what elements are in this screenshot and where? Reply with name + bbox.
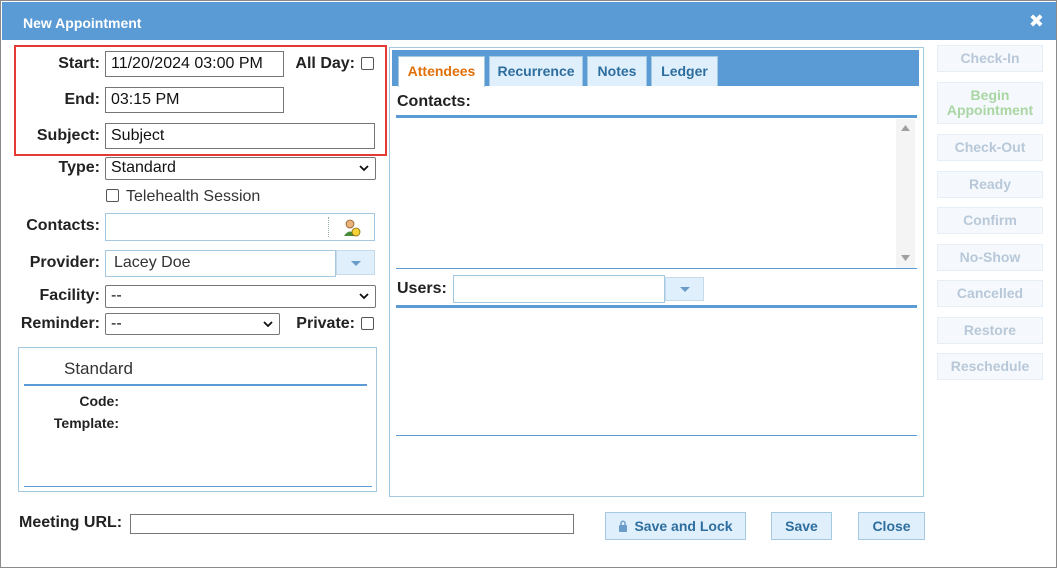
save-and-lock-button[interactable]: Save and Lock bbox=[605, 512, 746, 540]
confirm-button[interactable]: Confirm bbox=[937, 207, 1043, 234]
reminder-select-value: -- bbox=[111, 315, 122, 332]
dialog-title: New Appointment bbox=[23, 15, 142, 31]
chevron-down-icon bbox=[350, 260, 361, 266]
close-icon[interactable]: ✖ bbox=[1029, 12, 1044, 30]
contacts-label: Contacts: bbox=[26, 217, 100, 234]
allday-label: All Day: bbox=[295, 55, 355, 72]
contacts-input[interactable] bbox=[105, 213, 375, 241]
private-checkbox[interactable] bbox=[361, 317, 374, 330]
reminder-label: Reminder: bbox=[20, 315, 100, 332]
reminder-select[interactable]: -- bbox=[105, 313, 280, 335]
telehealth-checkbox[interactable] bbox=[106, 189, 119, 202]
cancelled-button[interactable]: Cancelled bbox=[937, 280, 1043, 307]
tab-recurrence[interactable]: Recurrence bbox=[489, 56, 583, 86]
provider-label: Provider: bbox=[29, 254, 100, 271]
chevron-down-icon bbox=[359, 293, 369, 300]
reschedule-button[interactable]: Reschedule bbox=[937, 353, 1043, 380]
users-label: Users: bbox=[397, 280, 447, 297]
end-time-input[interactable]: 03:15 PM bbox=[105, 87, 284, 113]
provider-combobox[interactable]: Lacey Doe bbox=[105, 250, 336, 277]
type-label: Type: bbox=[58, 159, 100, 176]
tab-ledger[interactable]: Ledger bbox=[651, 56, 718, 86]
attendees-contacts-heading: Contacts: bbox=[397, 93, 471, 110]
subject-label: Subject: bbox=[36, 127, 100, 144]
facility-select-value: -- bbox=[111, 287, 122, 304]
contacts-list-bottom-rule bbox=[396, 268, 917, 269]
provider-dropdown-button[interactable] bbox=[336, 250, 375, 275]
meeting-url-label: Meeting URL: bbox=[19, 514, 123, 531]
users-rule bbox=[396, 305, 917, 308]
type-panel-divider bbox=[24, 384, 367, 386]
contacts-heading-rule bbox=[396, 115, 917, 118]
scroll-up-icon[interactable] bbox=[901, 125, 910, 131]
start-label: Start: bbox=[58, 55, 100, 72]
type-panel-bottom-line bbox=[24, 486, 372, 487]
facility-select[interactable]: -- bbox=[105, 285, 376, 308]
type-select[interactable]: Standard bbox=[105, 157, 376, 180]
lock-icon bbox=[619, 520, 628, 532]
save-and-lock-label: Save and Lock bbox=[634, 518, 733, 534]
facility-label: Facility: bbox=[39, 287, 100, 304]
contacts-list-scrollbar[interactable] bbox=[896, 119, 915, 269]
users-list-bottom-rule bbox=[396, 435, 917, 436]
dialog-titlebar: New Appointment ✖ bbox=[2, 2, 1056, 40]
ready-button[interactable]: Ready bbox=[937, 171, 1043, 198]
template-label: Template: bbox=[53, 415, 119, 431]
chevron-down-icon bbox=[359, 165, 369, 172]
chevron-down-icon bbox=[679, 287, 690, 292]
users-combobox[interactable] bbox=[453, 275, 665, 303]
person-search-icon[interactable] bbox=[342, 218, 362, 238]
allday-checkbox[interactable] bbox=[361, 57, 374, 70]
begin-appointment-label: Begin Appointment bbox=[946, 87, 1034, 118]
no-show-button[interactable]: No-Show bbox=[937, 244, 1043, 271]
tab-attendees[interactable]: Attendees bbox=[398, 56, 485, 87]
private-label: Private: bbox=[296, 315, 355, 332]
close-button[interactable]: Close bbox=[858, 512, 925, 540]
telehealth-label: Telehealth Session bbox=[126, 188, 261, 205]
check-out-button[interactable]: Check-Out bbox=[937, 134, 1043, 161]
type-panel-title: Standard bbox=[64, 359, 133, 378]
start-datetime-input[interactable]: 11/20/2024 03:00 PM bbox=[105, 51, 284, 77]
new-appointment-dialog: New Appointment ✖ Start: 11/20/2024 03:0… bbox=[0, 0, 1057, 568]
begin-appointment-button[interactable]: Begin Appointment bbox=[937, 82, 1043, 124]
subject-input[interactable]: Subject bbox=[105, 123, 375, 149]
appointment-type-panel: Standard Code: Template: bbox=[18, 347, 377, 492]
attendees-contacts-list[interactable] bbox=[397, 119, 917, 269]
users-dropdown-button[interactable] bbox=[665, 277, 704, 301]
tab-notes[interactable]: Notes bbox=[587, 56, 647, 86]
type-select-value: Standard bbox=[111, 159, 176, 176]
end-label: End: bbox=[64, 91, 100, 108]
restore-button[interactable]: Restore bbox=[937, 317, 1043, 344]
code-label: Code: bbox=[79, 393, 119, 409]
scroll-down-icon[interactable] bbox=[901, 255, 910, 261]
chevron-down-icon bbox=[263, 321, 273, 328]
attendees-users-list[interactable] bbox=[397, 309, 917, 434]
meeting-url-input[interactable] bbox=[130, 514, 574, 534]
save-button[interactable]: Save bbox=[771, 512, 832, 540]
check-in-button[interactable]: Check-In bbox=[937, 45, 1043, 72]
